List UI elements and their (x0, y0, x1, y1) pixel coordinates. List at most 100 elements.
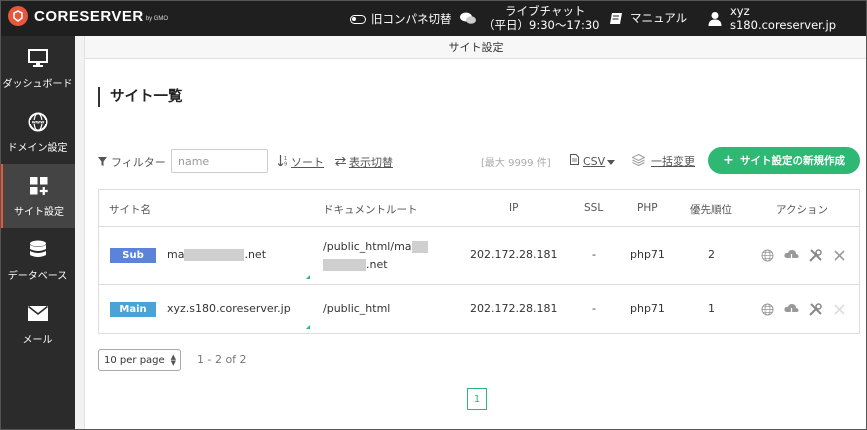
database-icon (27, 239, 49, 261)
user-menu[interactable]: xyz s180.coreserver.jp (708, 4, 836, 32)
sidebar-item-label: データベース (7, 270, 68, 282)
col-doc-root[interactable]: ドキュメントルート (323, 202, 418, 217)
sidebar-item-label: サイト設定 (14, 206, 64, 218)
live-chat-hours: （平日）9:30～17:30 (483, 18, 600, 32)
max-count-text: [最大 9999 件] (481, 158, 551, 169)
redaction-mask (184, 249, 245, 261)
www-globe-icon: www (27, 111, 49, 133)
filter-funnel-icon (98, 156, 107, 169)
legacy-panel-toggle[interactable]: 旧コンパネ切替 (350, 11, 452, 27)
priority-value: 2 (708, 248, 715, 261)
php-value: php71 (630, 248, 665, 261)
manual-link[interactable]: マニュアル (609, 10, 687, 26)
filter-label: フィルター (111, 156, 166, 169)
create-site-button[interactable]: + サイト設定の新規作成 (708, 147, 860, 174)
caret-down-icon (607, 155, 616, 168)
plus-icon: + (723, 153, 734, 168)
page-strip-title: サイト設定 (85, 36, 867, 59)
display-toggle-button[interactable]: 表示切替 (335, 154, 393, 170)
edit-corner-marker (306, 325, 310, 329)
ip-value: 202.172.28.181 (470, 302, 558, 315)
doc-root: /public_html/ma (323, 240, 428, 253)
content-gutter (75, 36, 85, 430)
live-chat-title: ライブチャット (505, 4, 586, 18)
filter-input[interactable]: name (171, 149, 268, 173)
coreserver-logo[interactable]: CORESERVER by GMO (8, 6, 168, 26)
sidebar-item-site-settings[interactable]: サイト設定 (0, 164, 75, 228)
site-name[interactable]: ma .net (167, 248, 266, 261)
layers-icon (631, 153, 646, 169)
select-arrows-icon: ▲ ▼ (170, 353, 176, 367)
book-icon (609, 12, 623, 25)
priority-value: 1 (708, 302, 715, 315)
display-toggle-label: 表示切替 (349, 156, 393, 169)
sidebar-item-label: メール (22, 334, 53, 346)
live-chat-link[interactable]: ライブチャット （平日）9:30～17:30 (460, 4, 599, 32)
csv-label: CSV (583, 154, 606, 168)
create-site-label: サイト設定の新規作成 (739, 155, 845, 167)
sidebar-item-domain[interactable]: www ドメイン設定 (0, 100, 75, 164)
sort-label: ソート (291, 156, 324, 169)
table-row[interactable]: Sub ma .net /public_html/ma .net 202.172.… (99, 227, 859, 285)
chat-bubble-icon (460, 12, 476, 25)
sidebar-item-label: ドメイン設定 (7, 142, 68, 154)
bulk-change-button[interactable]: 一括変更 (631, 153, 695, 169)
col-site-name[interactable]: サイト名 (109, 202, 151, 217)
sidebar-item-label: ダッシュボード (2, 78, 73, 90)
max-count-label: [最大 9999 件] (481, 154, 551, 169)
doc-root: /public_html (323, 302, 391, 315)
redaction-mask (411, 241, 428, 253)
sidebar-item-dashboard[interactable]: ダッシュボード (0, 36, 75, 100)
redaction-mask (323, 259, 366, 271)
close-icon[interactable] (831, 247, 847, 263)
doc-root-suffix: .net (366, 258, 388, 271)
toggle-icon (350, 14, 366, 24)
col-ssl[interactable]: SSL (584, 202, 603, 214)
top-header: CORESERVER by GMO 旧コンパネ切替 ライブチャット （平日）9:… (0, 0, 867, 36)
legacy-toggle-label: 旧コンパネ切替 (371, 12, 452, 26)
doc-root-line2: .net (323, 258, 388, 271)
tools-icon[interactable] (807, 301, 823, 317)
row-actions (759, 247, 847, 263)
close-icon (831, 301, 847, 317)
document-icon (570, 154, 579, 168)
csv-dropdown[interactable]: CSV (570, 154, 616, 168)
main-content: サイト一覧 フィルター name 19 ソート 表示切替 [最大 9999 件]… (86, 59, 867, 430)
per-page-select[interactable]: 10 per page ▲ ▼ (98, 349, 181, 371)
swap-arrows-icon (335, 156, 346, 169)
sort-icon: 19 (277, 155, 288, 169)
user-icon (708, 11, 722, 26)
col-php[interactable]: PHP (637, 202, 658, 214)
table-row[interactable]: Main xyz.s180.coreserver.jp /public_html… (99, 285, 859, 333)
globe-icon[interactable] (759, 301, 775, 317)
cloud-download-icon[interactable] (783, 247, 799, 263)
cloud-download-icon[interactable] (783, 301, 799, 317)
col-ip[interactable]: IP (509, 202, 518, 214)
monitor-icon (27, 47, 49, 69)
php-value: php71 (630, 302, 665, 315)
result-range: 1 - 2 of 2 (197, 353, 247, 366)
site-name[interactable]: xyz.s180.coreserver.jp (167, 302, 291, 315)
logo-mark-icon (8, 6, 28, 26)
sort-button[interactable]: 19 ソート (277, 154, 324, 170)
tools-icon[interactable] (807, 247, 823, 263)
user-name: xyz (730, 4, 750, 18)
sub-badge: Sub (110, 248, 156, 263)
main-badge: Main (110, 302, 156, 317)
sidebar-item-database[interactable]: データベース (0, 228, 75, 292)
page-button-1[interactable]: 1 (467, 388, 487, 410)
ip-value: 202.172.28.181 (470, 248, 558, 261)
globe-icon[interactable] (759, 247, 775, 263)
filter-label-group: フィルター (98, 154, 166, 170)
logo-text: CORESERVER (34, 7, 144, 25)
sidebar-item-mail[interactable]: メール (0, 292, 75, 356)
col-action: アクション (776, 204, 828, 216)
grid-plus-icon (28, 175, 50, 197)
table-header: サイト名 ドキュメントルート IP SSL PHP 優先順位 アクション (99, 190, 859, 227)
site-table: サイト名 ドキュメントルート IP SSL PHP 優先順位 アクション Sub… (98, 189, 860, 334)
user-host: s180.coreserver.jp (730, 18, 837, 32)
per-page-value: 10 per page (104, 354, 165, 366)
col-priority[interactable]: 優先順位 (690, 202, 732, 217)
mail-icon (27, 303, 49, 325)
svg-text:www: www (31, 120, 43, 125)
